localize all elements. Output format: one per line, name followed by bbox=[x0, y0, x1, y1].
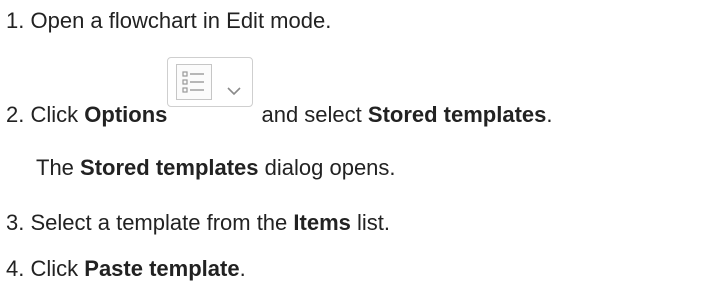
step-3-prefix: Select a template from the bbox=[30, 210, 294, 235]
step-3: 3. Select a template from the Items list… bbox=[6, 208, 390, 238]
step-2-suffix: . bbox=[546, 101, 553, 127]
step-4: 4. Click Paste template. bbox=[6, 254, 246, 284]
step-2-middle: and select bbox=[255, 101, 368, 127]
step-4-number: 4. bbox=[6, 256, 25, 281]
step-2-number: 2. bbox=[6, 101, 25, 127]
step-1-number: 1. bbox=[6, 8, 25, 33]
note-dialog-name: Stored templates bbox=[80, 155, 259, 180]
note-prefix: The bbox=[36, 155, 81, 180]
items-label: Items bbox=[293, 210, 351, 235]
step-2-prefix: Click bbox=[30, 101, 85, 127]
options-button[interactable] bbox=[167, 57, 254, 107]
chevron-down-icon bbox=[226, 74, 242, 96]
stored-templates-label: Stored templates bbox=[367, 101, 547, 127]
step-4-suffix: . bbox=[239, 256, 246, 281]
note-suffix: dialog opens. bbox=[258, 155, 396, 180]
paste-template-label: Paste template bbox=[84, 256, 240, 281]
options-label: Options bbox=[84, 101, 168, 127]
step-1: 1. Open a flowchart in Edit mode. bbox=[6, 6, 331, 36]
step-3-number: 3. bbox=[6, 210, 25, 235]
list-options-icon bbox=[176, 64, 213, 100]
step-1-text: Open a flowchart in Edit mode. bbox=[30, 8, 332, 33]
step-2-note: The Stored templates dialog opens. bbox=[36, 153, 396, 183]
step-3-suffix: list. bbox=[350, 210, 390, 235]
step-2: 2. Click Options and select Stored templ… bbox=[6, 57, 553, 141]
step-4-prefix: Click bbox=[30, 256, 85, 281]
